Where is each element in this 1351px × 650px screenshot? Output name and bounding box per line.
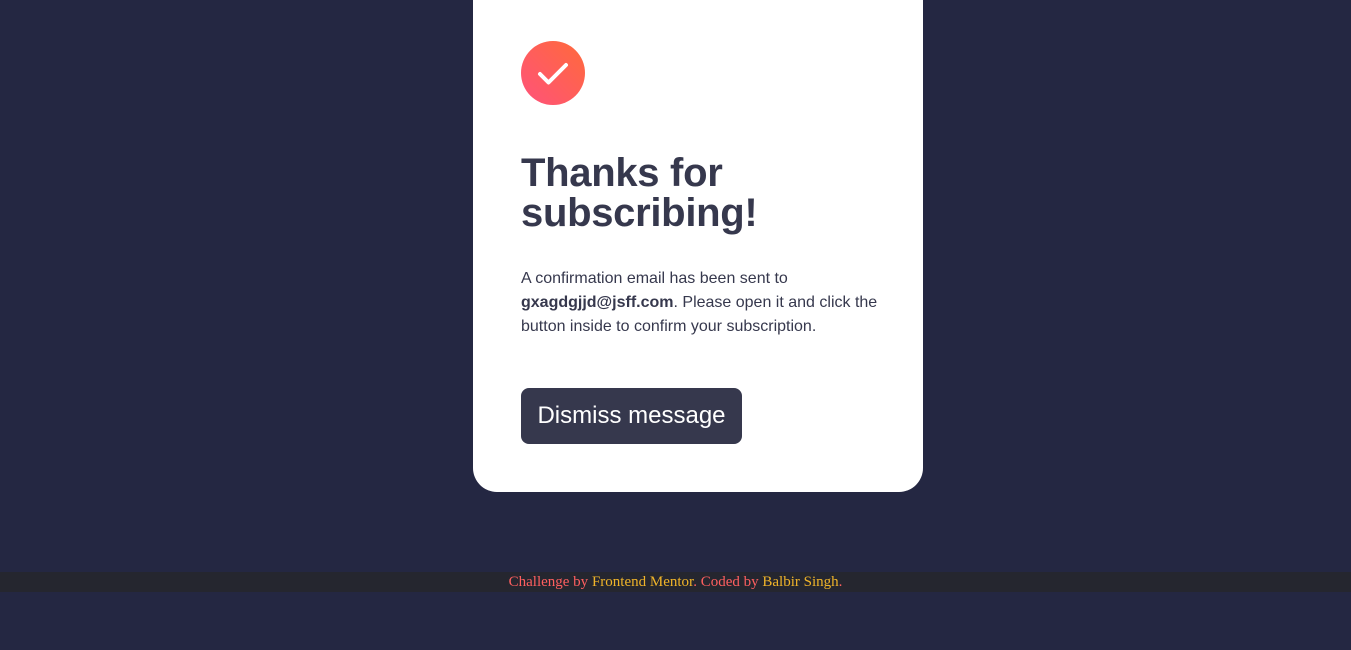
email-address: gxagdgjjd@jsff.com	[521, 294, 674, 311]
attribution-footer: Challenge by Frontend Mentor. Coded by B…	[0, 572, 1351, 592]
frontend-mentor-link[interactable]: Frontend Mentor	[592, 574, 693, 590]
footer-end-text: .	[838, 574, 843, 590]
author-link[interactable]: Balbir Singh	[762, 574, 838, 590]
dismiss-button[interactable]: Dismiss message	[521, 388, 742, 444]
check-circle-icon	[521, 41, 585, 105]
message-text-before: A confirmation email has been sent to	[521, 270, 788, 287]
page-title: Thanks for subscribing!	[521, 151, 758, 235]
challenge-text: Challenge by	[508, 574, 592, 590]
confirmation-message: A confirmation email has been sent to gx…	[521, 267, 881, 339]
success-card: Thanks for subscribing! A confirmation e…	[473, 0, 923, 492]
coded-by-text: . Coded by	[693, 574, 763, 590]
